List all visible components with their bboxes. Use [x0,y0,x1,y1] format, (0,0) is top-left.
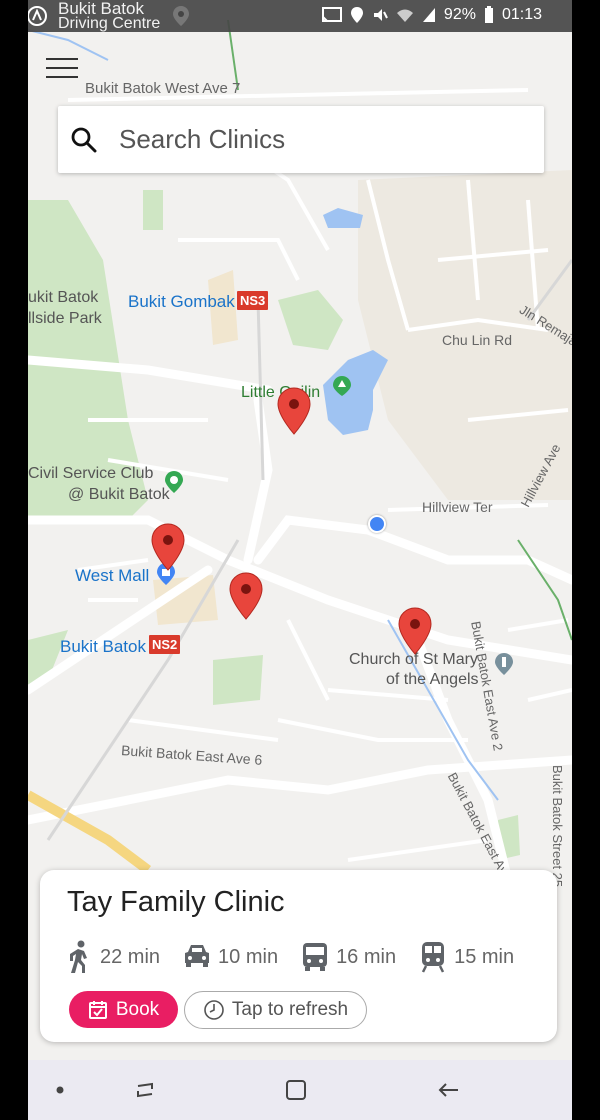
place-pin-icon[interactable] [164,470,184,494]
clinic-name: Tay Family Clinic [67,886,285,918]
station-badge: NS3 [237,291,269,310]
calendar-icon [88,1000,107,1019]
clinic-info-card[interactable]: Tay Family Clinic 22 min 10 min 16 min 1… [40,870,557,1042]
bus-icon [303,943,328,971]
road-label: Chu Lin Rd [442,332,513,348]
train-icon [421,942,445,973]
location-pin-icon [173,6,189,26]
bus-time: 16 min [300,940,396,974]
cast-icon [321,7,342,22]
recent-apps-icon[interactable] [130,1075,160,1105]
car-time: 10 min [182,940,278,974]
clinic-marker-icon[interactable] [229,572,263,620]
park-label: ukit Batok [28,289,99,306]
clinic-marker-icon[interactable] [398,607,432,655]
notification-text: Bukit Batok Driving Centre [58,0,161,32]
clock-icon [204,1000,224,1020]
road-label: Bukit Batok Street 25 [550,765,565,888]
nav-dot-icon[interactable] [45,1075,75,1105]
notification-line: Driving Centre [58,15,161,32]
walk-time-value: 22 min [100,945,161,968]
clinic-marker-icon[interactable] [277,387,311,435]
place-label: of the Angels [386,671,479,688]
hamburger-icon[interactable] [46,58,78,82]
bus-time-value: 16 min [336,945,397,968]
road-label: Hillview Ter [422,499,493,515]
clock: 01:13 [501,6,542,23]
walk-icon [70,940,87,973]
maps-notification-icon [28,6,47,26]
clinic-marker-icon[interactable] [151,523,185,571]
status-icons: 92% 01:13 [321,6,542,24]
home-icon[interactable] [281,1075,311,1105]
station-badge: NS2 [149,635,181,654]
app-screen: Bukit Batok West Ave 7 ukit Batok llside… [28,0,572,1120]
battery-icon [484,6,493,23]
car-time-value: 10 min [218,945,279,968]
park-label: llside Park [28,310,102,327]
car-icon [185,945,210,967]
book-label: Book [115,998,160,1020]
wifi-icon [396,9,413,22]
refresh-button[interactable]: Tap to refresh [184,991,367,1029]
train-time: 15 min [418,940,514,974]
church-pin-icon[interactable] [494,652,514,676]
location-icon [350,7,363,23]
place-label: @ Bukit Batok [68,486,170,503]
signal-icon [422,8,435,22]
park-pin-icon[interactable] [332,375,352,397]
search-bar[interactable] [58,106,544,173]
search-input[interactable] [117,123,521,156]
station-label: Bukit Gombak [128,292,235,311]
android-nav-bar [28,1060,572,1120]
refresh-label: Tap to refresh [231,999,349,1020]
place-label: Civil Service Club [28,465,154,482]
station-label: Bukit Batok [60,637,146,656]
walk-time: 22 min [64,940,160,974]
road-label: Bukit Batok West Ave 7 [85,80,241,97]
user-location-dot [368,515,386,533]
travel-times: 22 min 10 min 16 min 15 min [64,940,536,974]
battery-percent: 92% [443,6,476,23]
train-time-value: 15 min [454,945,515,968]
book-button[interactable]: Book [69,991,178,1028]
status-bar: Bukit Batok Driving Centre 92% 01:13 [28,0,572,32]
search-icon[interactable] [71,127,97,153]
place-label: West Mall [75,566,150,585]
notification-line: Bukit Batok [58,0,144,18]
mute-icon [373,9,388,21]
back-icon[interactable] [434,1075,464,1105]
